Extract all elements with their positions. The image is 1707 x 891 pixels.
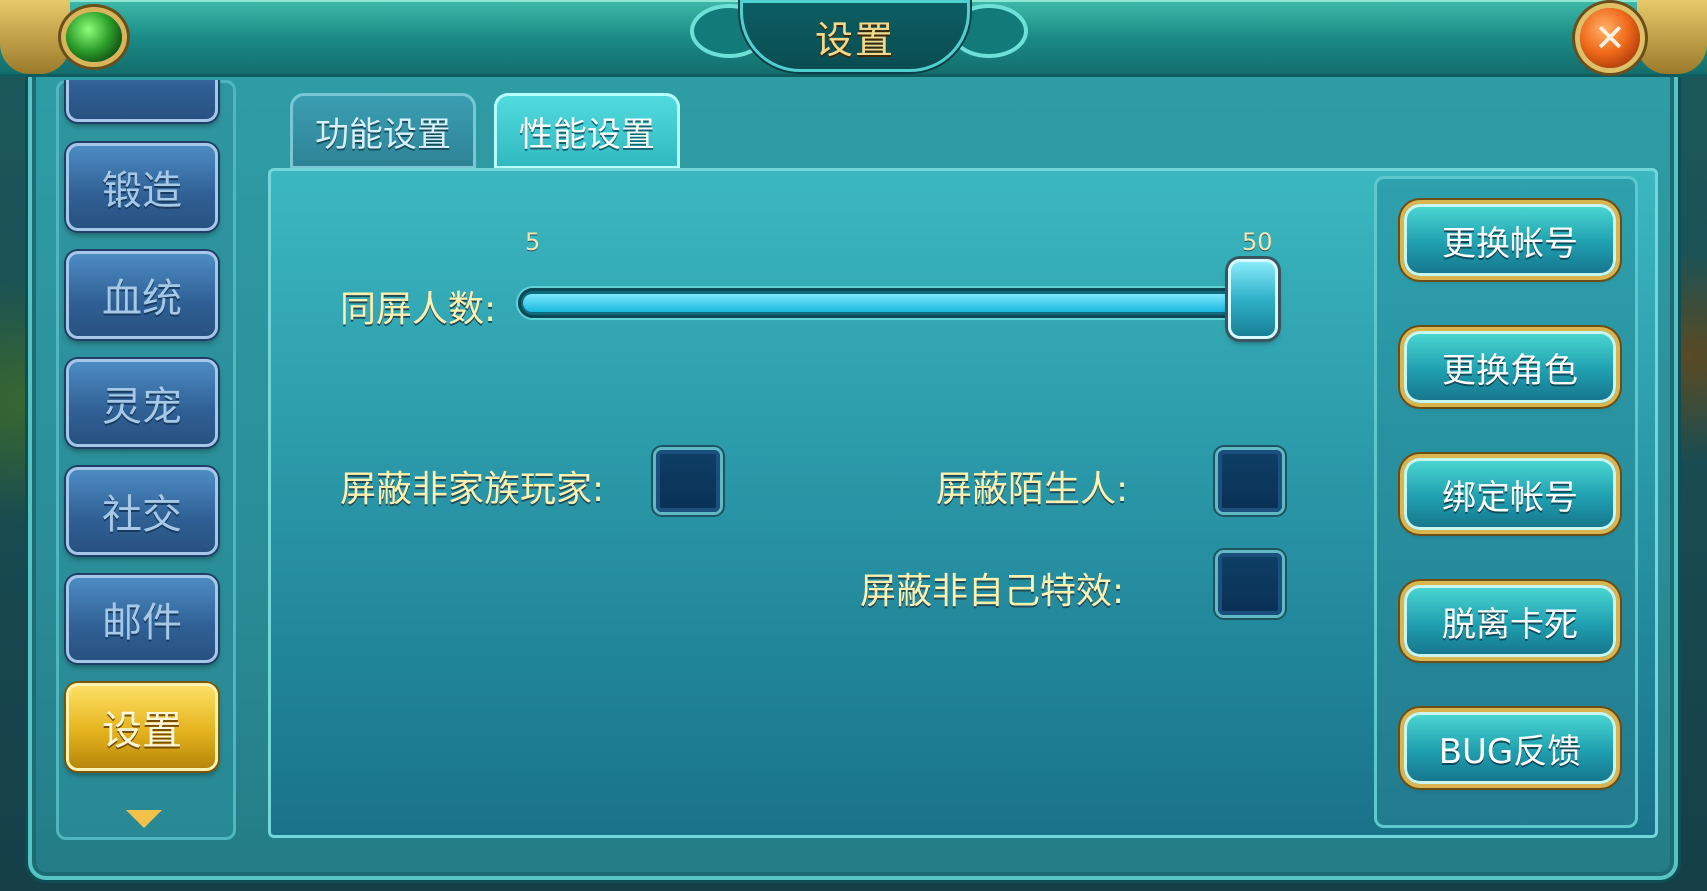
switch-account-button[interactable]: 更换帐号 bbox=[1404, 204, 1616, 276]
screen-players-slider[interactable] bbox=[518, 288, 1278, 318]
hide-strangers-label: 屏蔽陌生人: bbox=[936, 469, 1129, 510]
sidebar-item-label: 灵宠 bbox=[102, 384, 182, 430]
screen-players-label: 同屏人数: bbox=[340, 289, 497, 330]
sidebar-item-settings[interactable]: 设置 bbox=[66, 683, 218, 771]
close-icon: ✕ bbox=[1594, 16, 1626, 60]
close-button[interactable]: ✕ bbox=[1580, 8, 1640, 68]
sidebar-item-label: 血统 bbox=[102, 276, 182, 322]
hide-others-effects-label: 屏蔽非自己特效: bbox=[860, 571, 1125, 612]
slider-fill bbox=[523, 294, 1248, 312]
sidebar-item-label: 社交 bbox=[102, 492, 182, 538]
hide-non-clan-checkbox[interactable] bbox=[656, 450, 720, 512]
sidebar-item-mail[interactable]: 邮件 bbox=[66, 575, 218, 663]
sidebar-item-forge[interactable]: 锻造 bbox=[66, 143, 218, 231]
tab-label: 功能设置 bbox=[315, 114, 451, 155]
button-label: 更换角色 bbox=[1442, 350, 1578, 391]
sidebar-item-bloodline[interactable]: 血统 bbox=[66, 251, 218, 339]
button-label: BUG反馈 bbox=[1438, 731, 1582, 772]
switch-character-button[interactable]: 更换角色 bbox=[1404, 331, 1616, 403]
sidebar-item-label: 锻造 bbox=[102, 168, 182, 214]
sidebar-item-label: 设置 bbox=[102, 708, 182, 754]
bug-report-button[interactable]: BUG反馈 bbox=[1404, 712, 1616, 784]
hide-non-clan-label: 屏蔽非家族玩家: bbox=[340, 469, 605, 510]
button-label: 更换帐号 bbox=[1442, 223, 1578, 264]
tab-label: 性能设置 bbox=[519, 114, 655, 155]
slider-thumb[interactable] bbox=[1228, 259, 1278, 339]
slider-max-label: 50 bbox=[1242, 228, 1273, 256]
tab-function-settings[interactable]: 功能设置 bbox=[290, 93, 476, 169]
title-bar: 设置 ✕ bbox=[0, 0, 1707, 77]
sidebar[interactable]: 锻造 血统 灵宠 社交 邮件 设置 bbox=[56, 80, 236, 840]
tab-performance-settings[interactable]: 性能设置 bbox=[494, 93, 680, 169]
sidebar-item-pet[interactable]: 灵宠 bbox=[66, 359, 218, 447]
title-plate: 设置 bbox=[740, 0, 970, 72]
window-title: 设置 bbox=[814, 17, 895, 62]
slider-min-label: 5 bbox=[525, 228, 541, 256]
hide-strangers-checkbox[interactable] bbox=[1218, 450, 1282, 512]
sidebar-item-social[interactable]: 社交 bbox=[66, 467, 218, 555]
green-gem-icon bbox=[66, 12, 122, 62]
sidebar-item-partial[interactable] bbox=[66, 80, 218, 122]
button-label: 绑定帐号 bbox=[1442, 477, 1578, 518]
hide-others-effects-checkbox[interactable] bbox=[1218, 553, 1282, 615]
right-ornament bbox=[1637, 0, 1707, 74]
left-ornament bbox=[0, 0, 70, 74]
scroll-down-arrow-icon[interactable] bbox=[126, 810, 162, 828]
bind-account-button[interactable]: 绑定帐号 bbox=[1404, 458, 1616, 530]
button-label: 脱离卡死 bbox=[1442, 604, 1578, 645]
sidebar-item-label: 邮件 bbox=[102, 600, 182, 646]
unstuck-button[interactable]: 脱离卡死 bbox=[1404, 585, 1616, 657]
